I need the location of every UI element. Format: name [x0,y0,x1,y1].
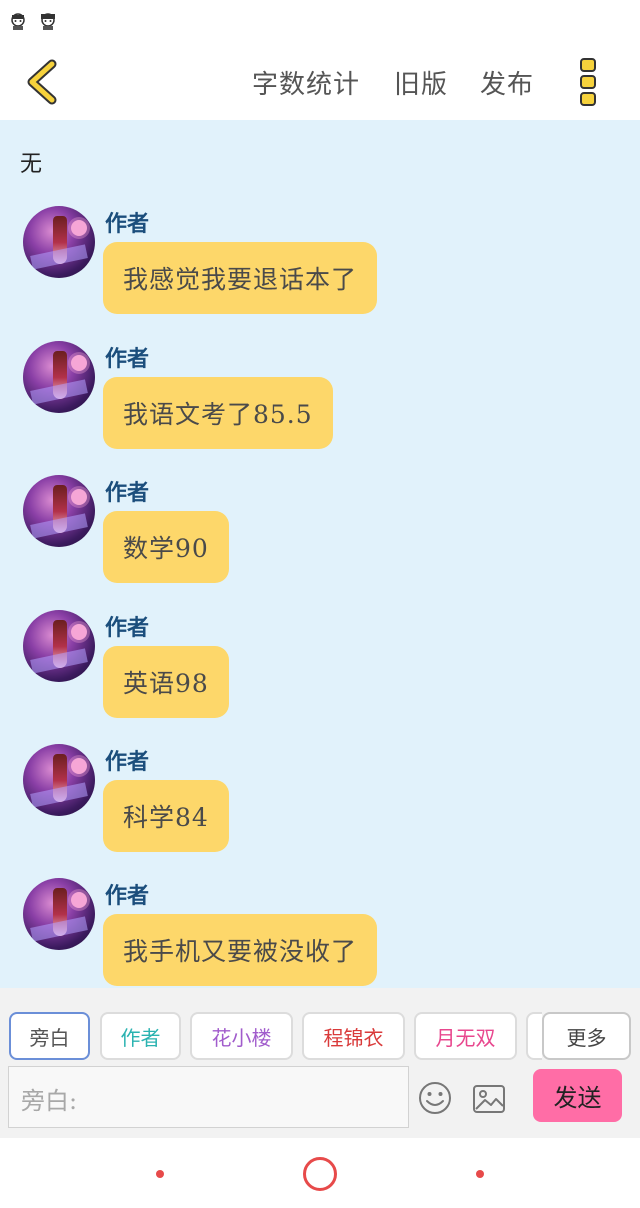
role-chip-partial[interactable] [526,1012,542,1060]
message-item: 作者 英语98 [0,610,640,730]
message-input[interactable]: 旁白: [8,1066,409,1128]
vertical-dots-icon[interactable] [576,56,600,108]
message-sender: 作者 [105,480,150,506]
message-sender: 作者 [105,749,150,775]
more-roles-button[interactable]: 更多 [542,1012,631,1060]
message-item: 作者 数学90 [0,475,640,595]
role-chip-yue-wushuang[interactable]: 月无双 [414,1012,517,1060]
message-item: 作者 我手机又要被没收了 [0,878,640,988]
publish-button[interactable]: 发布 [480,64,534,101]
role-chip-cheng-jinyi[interactable]: 程锦衣 [302,1012,405,1060]
message-sender: 作者 [105,346,150,372]
message-bubble[interactable]: 科学84 [103,780,229,852]
old-version-button[interactable]: 旧版 [394,64,448,101]
send-button[interactable]: 发送 [533,1069,622,1122]
message-sender: 作者 [105,883,150,909]
top-bar: 字数统计 旧版 发布 [0,44,640,120]
avatar[interactable] [23,206,95,278]
avatar-sticker-icon [11,13,25,30]
home-circle-icon[interactable] [303,1157,337,1191]
message-bubble[interactable]: 我手机又要被没收了 [103,914,378,986]
chat-area[interactable]: 无 作者 我感觉我要退话本了 作者 我语文考了85.5 作者 数学90 作者 英… [0,120,640,988]
chevron-left-icon[interactable] [22,58,66,106]
status-bar [0,0,640,44]
smiley-icon[interactable] [417,1080,453,1116]
image-icon[interactable] [472,1084,506,1114]
flower-icon [71,220,87,236]
message-sender: 作者 [105,211,150,237]
recents-dot-icon[interactable] [476,1170,484,1178]
message-bubble[interactable]: 英语98 [103,646,229,718]
role-chip-author[interactable]: 作者 [100,1012,181,1060]
chat-title: 无 [20,152,43,177]
message-item: 作者 我语文考了85.5 [0,341,640,461]
flower-icon [71,355,87,371]
flower-icon [71,624,87,640]
system-nav-bar [0,1138,640,1208]
message-item: 作者 科学84 [0,744,640,864]
avatar[interactable] [23,878,95,950]
message-item: 作者 我感觉我要退话本了 [0,206,640,326]
composer-panel: 旁白 作者 花小楼 程锦衣 月无双 更多 旁白: 发送 [0,988,640,1138]
role-chip-hua-xiaolou[interactable]: 花小楼 [190,1012,293,1060]
message-bubble[interactable]: 我感觉我要退话本了 [103,242,378,314]
avatar[interactable] [23,610,95,682]
flower-icon [71,489,87,505]
flower-icon [71,892,87,908]
flower-icon [71,758,87,774]
avatar-sticker-icon [41,13,55,30]
role-chip-narrator[interactable]: 旁白 [9,1012,90,1060]
word-count-button[interactable]: 字数统计 [252,64,360,101]
back-dot-icon[interactable] [156,1170,164,1178]
avatar[interactable] [23,744,95,816]
message-bubble[interactable]: 数学90 [103,511,229,583]
message-sender: 作者 [105,615,150,641]
avatar[interactable] [23,475,95,547]
message-bubble[interactable]: 我语文考了85.5 [103,377,333,449]
avatar[interactable] [23,341,95,413]
